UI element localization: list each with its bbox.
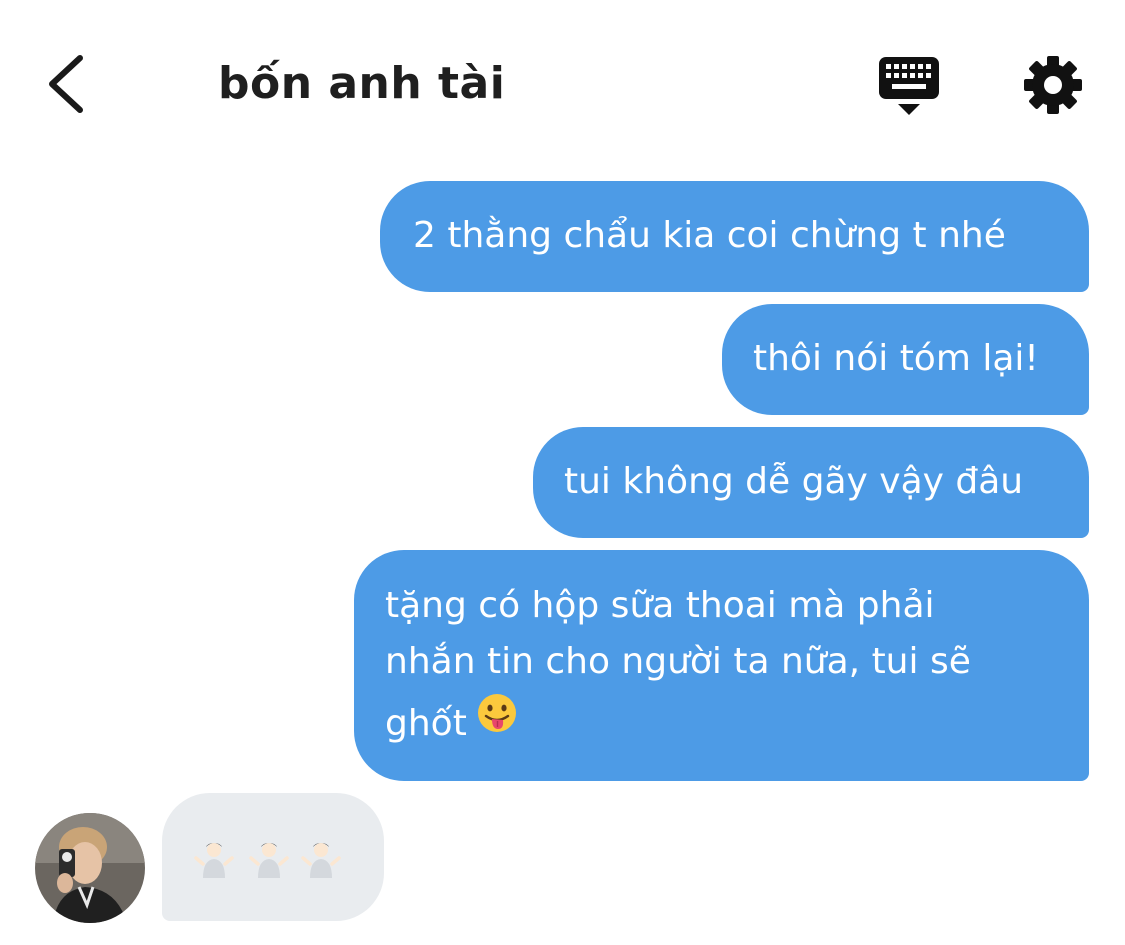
outgoing-message[interactable]: 2 thằng chẩu kia coi chừng t nhé [380,181,1089,292]
person-shrugging-emoji [193,838,235,880]
person-shrugging-emoji [300,838,342,880]
message-text-line: ghốt [385,703,467,744]
chat-screen: bốn anh tài 2 thằng chẩu kia coi chừng t… [0,0,1125,945]
outgoing-message[interactable]: tui không dễ gãy vậy đâu [533,427,1089,538]
outgoing-message[interactable]: thôi nói tóm lại! [722,304,1089,415]
message-text-line: nhắn tin cho người ta nữa, tui sẽ [385,641,971,682]
keyboard-hide-icon [879,57,939,115]
gear-icon [1024,56,1082,114]
chevron-left-icon [49,55,83,113]
settings-button[interactable] [1022,54,1084,116]
chat-header: bốn anh tài [0,0,1125,160]
outgoing-message[interactable]: tặng có hộp sữa thoai mà phải nhắn tin c… [354,550,1089,781]
face-with-tongue-emoji [477,693,517,750]
person-shrugging-emoji [248,838,290,880]
back-button[interactable] [38,52,98,116]
message-text: tui không dễ gãy vậy đâu [564,461,1024,502]
message-text: thôi nói tóm lại! [753,338,1039,379]
message-text: 2 thằng chẩu kia coi chừng t nhé [413,215,1006,256]
avatar[interactable] [35,813,145,923]
conversation-title: bốn anh tài [218,58,506,109]
user-photo [35,813,145,923]
message-text-line: tặng có hộp sữa thoai mà phải [385,585,935,626]
keyboard-toggle-button[interactable] [876,54,942,120]
